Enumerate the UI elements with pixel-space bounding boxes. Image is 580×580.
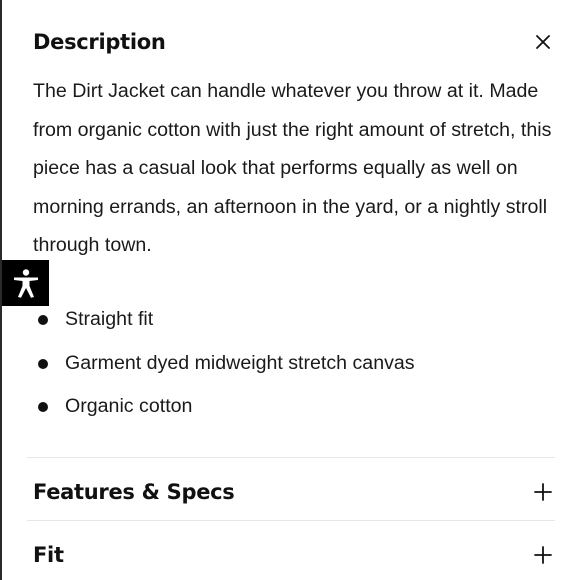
list-item-label: Straight fit <box>65 308 154 330</box>
accessibility-icon <box>13 269 38 298</box>
plus-icon <box>534 483 552 501</box>
list-item-label: Organic cotton <box>65 395 193 417</box>
bullet-icon <box>38 402 48 412</box>
expand-fit-button[interactable] <box>531 543 555 567</box>
divider <box>27 457 555 458</box>
bullet-icon <box>38 315 48 325</box>
divider <box>27 520 555 521</box>
fit-title: Fit <box>33 543 64 567</box>
product-details-panel: Description The Dirt Jacket can handle w… <box>0 0 580 580</box>
list-item: Garment dyed midweight stretch canvas <box>33 342 415 386</box>
bullet-icon <box>38 358 48 369</box>
list-item: Organic cotton <box>33 385 415 429</box>
features-specs-title: Features & Specs <box>33 480 235 504</box>
list-item-label: Garment dyed midweight stretch canvas <box>65 351 415 374</box>
features-specs-header[interactable]: Features & Specs <box>33 480 555 504</box>
expand-features-button[interactable] <box>531 480 555 504</box>
close-button[interactable] <box>531 30 555 54</box>
fit-header[interactable]: Fit <box>33 543 555 567</box>
description-body: The Dirt Jacket can handle whatever you … <box>33 80 552 257</box>
list-item: Straight fit <box>33 298 415 342</box>
close-icon <box>536 35 550 49</box>
description-title: Description <box>33 30 166 54</box>
feature-bullet-list: Straight fit Garment dyed midweight stre… <box>33 298 415 429</box>
description-header: Description <box>33 30 555 54</box>
plus-icon <box>534 546 552 564</box>
